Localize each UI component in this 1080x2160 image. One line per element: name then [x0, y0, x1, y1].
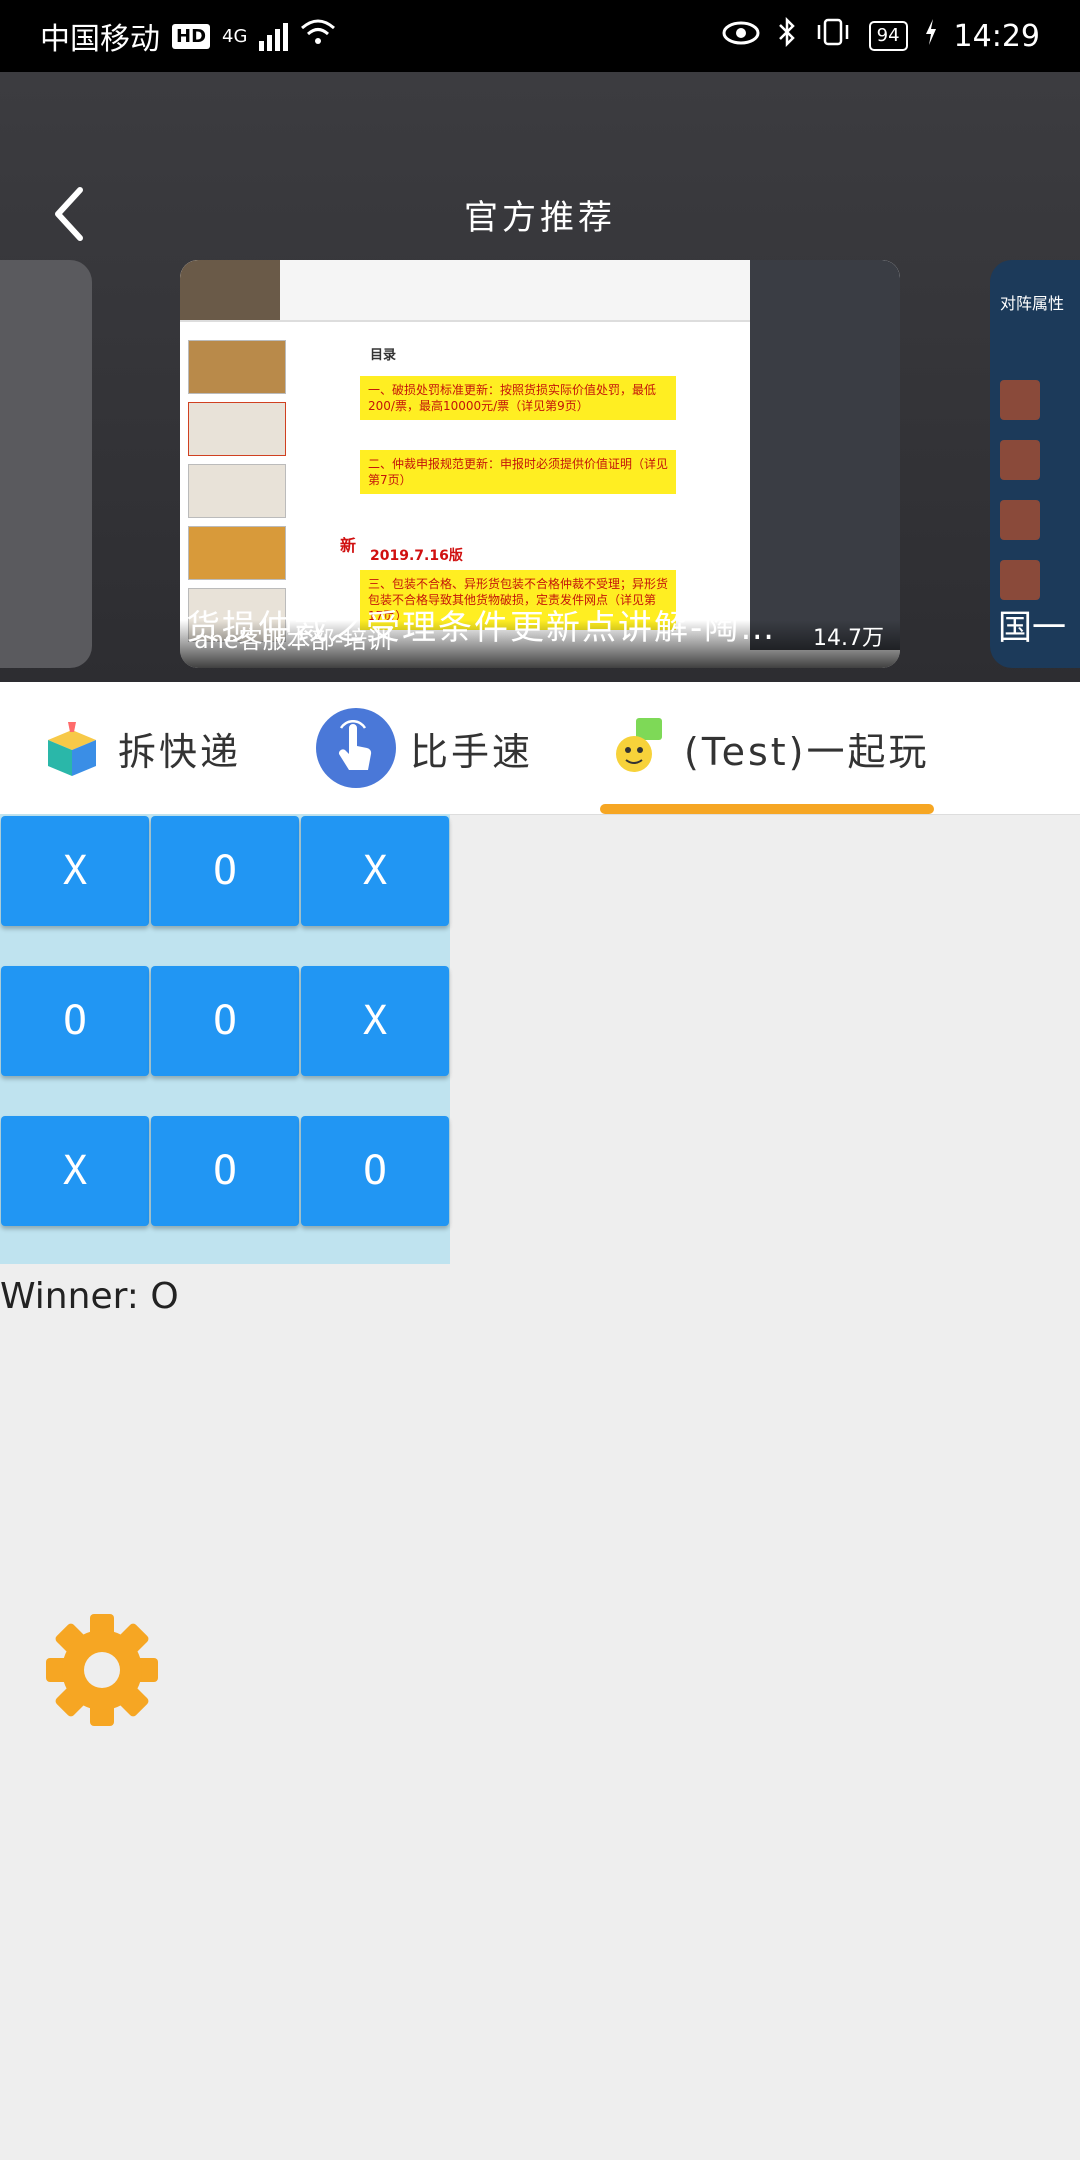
- slide-heading: 目录: [370, 348, 397, 363]
- gift-box-icon: [40, 716, 104, 780]
- mascot-icon: [606, 716, 670, 780]
- featured-header: 官方推荐 目录 一、破损处罚标准更新：按照货损实际价值处罚，最低200/票，最高…: [0, 72, 1080, 682]
- board-cell[interactable]: X: [301, 966, 449, 1076]
- next-card-title[interactable]: 国一: [998, 600, 1066, 649]
- presenter-thumbnail: [180, 260, 280, 320]
- carousel-card-previous[interactable]: [0, 260, 92, 668]
- tab-label: 比手速: [410, 729, 534, 774]
- hd-badge: HD: [172, 23, 211, 49]
- next-card-panel-title: 对阵属性: [1000, 294, 1065, 313]
- time-label: 14:29: [953, 18, 1040, 54]
- featured-card-title[interactable]: 货损仲裁之受理条件更新点讲解-陶…: [186, 600, 776, 649]
- hero-avatar: [1000, 500, 1040, 540]
- settings-button[interactable]: [44, 1612, 160, 1728]
- active-tab-indicator: [600, 804, 934, 814]
- page-title: 官方推荐: [464, 198, 616, 238]
- tab-speed[interactable]: 比手速: [316, 682, 533, 814]
- new-tag: 新: [340, 536, 357, 555]
- gear-icon: [46, 1614, 158, 1726]
- board-cell[interactable]: O: [151, 816, 299, 926]
- signal-icon: [259, 21, 289, 51]
- slide-version: 2019.7.16版: [370, 548, 463, 564]
- board-cell[interactable]: X: [1, 1116, 149, 1226]
- board-cell[interactable]: O: [151, 1116, 299, 1226]
- tab-label: 拆快递: [118, 729, 242, 774]
- carrier-label: 中国移动: [40, 22, 160, 57]
- board-cell[interactable]: X: [1, 816, 149, 926]
- tab-label: (Test)一起玩: [684, 729, 930, 774]
- hero-avatar: [1000, 440, 1040, 480]
- tic-tac-toe-board: X O X O O X X O O: [0, 814, 450, 1264]
- board-cell[interactable]: X: [301, 816, 449, 926]
- slide-item-2: 二、仲裁申报规范更新：申报时必须提供价值证明（详见第7页）: [360, 450, 676, 494]
- slide-item-1: 一、破损处罚标准更新：按照货损实际价值处罚，最低200/票，最高10000元/票…: [360, 376, 676, 420]
- chat-panel-thumbnail: [750, 260, 900, 650]
- game-tabs: 拆快递 比手速 (Test)一起玩: [0, 682, 1080, 815]
- status-bar: 中国移动 HD 4G 94 14:29: [0, 0, 1080, 72]
- view-count: 14.7万: [813, 626, 884, 651]
- winner-label: Winner: O: [0, 1276, 179, 1317]
- bluetooth-icon: [777, 16, 797, 55]
- wifi-icon: [300, 18, 336, 54]
- charging-icon: [924, 18, 938, 54]
- battery-indicator: 94: [868, 21, 908, 51]
- tap-hand-icon: [316, 708, 396, 788]
- slide-thumbnails: [188, 340, 286, 642]
- board-cell[interactable]: O: [151, 966, 299, 1076]
- hero-avatar: [1000, 380, 1040, 420]
- eye-icon: [721, 19, 761, 54]
- tab-unbox[interactable]: 拆快递: [40, 682, 241, 814]
- vibrate-icon: [813, 17, 853, 55]
- hero-avatar: [1000, 560, 1040, 600]
- tab-play-together[interactable]: (Test)一起玩: [606, 682, 929, 814]
- network-label: 4G: [222, 25, 248, 47]
- board-cell[interactable]: O: [301, 1116, 449, 1226]
- board-cell[interactable]: O: [1, 966, 149, 1076]
